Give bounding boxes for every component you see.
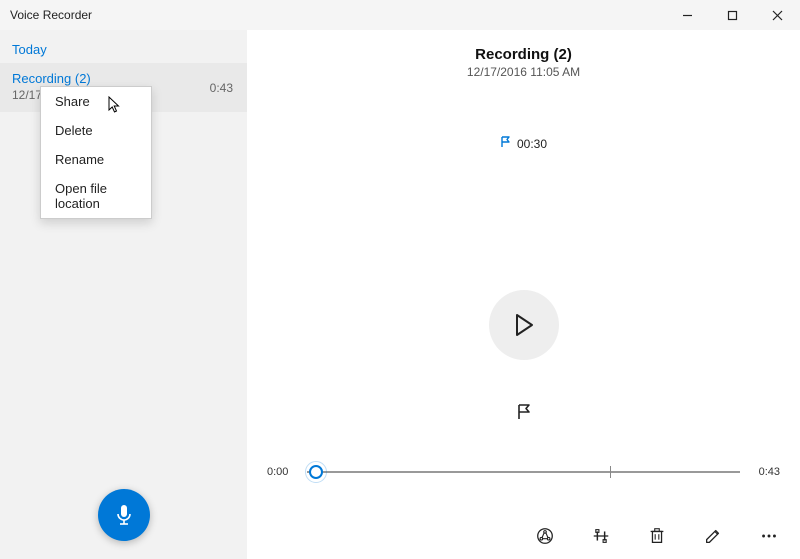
minimize-button[interactable]	[665, 0, 710, 30]
menu-item-delete[interactable]: Delete	[41, 116, 151, 145]
share-button[interactable]	[534, 525, 556, 547]
record-button[interactable]	[98, 489, 150, 541]
add-marker-button[interactable]	[512, 400, 536, 424]
share-icon	[535, 526, 555, 546]
recording-item-title: Recording (2)	[12, 71, 235, 86]
app-body: Today Recording (2) 12/17/ 0:43 Share De…	[0, 30, 800, 559]
pencil-icon	[703, 526, 723, 546]
menu-item-open-file-location[interactable]: Open file location	[41, 174, 151, 218]
app-title: Voice Recorder	[10, 8, 92, 22]
sidebar-section-header: Today	[0, 30, 247, 63]
microphone-icon	[114, 503, 134, 527]
maximize-icon	[727, 10, 738, 21]
flag-icon	[500, 135, 512, 153]
recording-item-duration: 0:43	[210, 81, 233, 95]
maximize-button[interactable]	[710, 0, 755, 30]
context-menu: Share Delete Rename Open file location	[40, 86, 152, 219]
play-button[interactable]	[489, 290, 559, 360]
detail-title: Recording (2)	[247, 46, 800, 63]
trash-icon	[647, 526, 667, 546]
window-controls	[665, 0, 800, 30]
app-window: Voice Recorder Today Recording (2) 12/17…	[0, 0, 800, 559]
flag-outline-icon	[515, 403, 533, 421]
sidebar: Today Recording (2) 12/17/ 0:43 Share De…	[0, 30, 247, 559]
play-icon	[513, 313, 535, 337]
trim-icon	[591, 526, 611, 546]
more-button[interactable]	[758, 525, 780, 547]
close-icon	[772, 10, 783, 21]
detail-pane: Recording (2) 12/17/2016 11:05 AM 00:30	[247, 30, 800, 559]
trim-button[interactable]	[590, 525, 612, 547]
detail-toolbar	[534, 525, 780, 547]
timeline: 0:00 0:43	[267, 457, 780, 487]
timeline-thumb[interactable]	[309, 465, 323, 479]
rename-button[interactable]	[702, 525, 724, 547]
timeline-end-label: 0:43	[746, 466, 780, 478]
cursor-icon	[108, 96, 122, 114]
detail-subtitle: 12/17/2016 11:05 AM	[247, 65, 800, 79]
marker-time: 00:30	[517, 137, 547, 151]
marker-row[interactable]: 00:30	[247, 135, 800, 153]
menu-item-share[interactable]: Share	[41, 87, 151, 116]
timeline-start-label: 0:00	[267, 466, 301, 478]
minimize-icon	[682, 10, 693, 21]
delete-button[interactable]	[646, 525, 668, 547]
titlebar: Voice Recorder	[0, 0, 800, 30]
timeline-marker-tick	[610, 466, 611, 478]
menu-item-rename[interactable]: Rename	[41, 145, 151, 174]
close-button[interactable]	[755, 0, 800, 30]
ellipsis-icon	[759, 526, 779, 546]
timeline-track[interactable]	[307, 471, 740, 473]
